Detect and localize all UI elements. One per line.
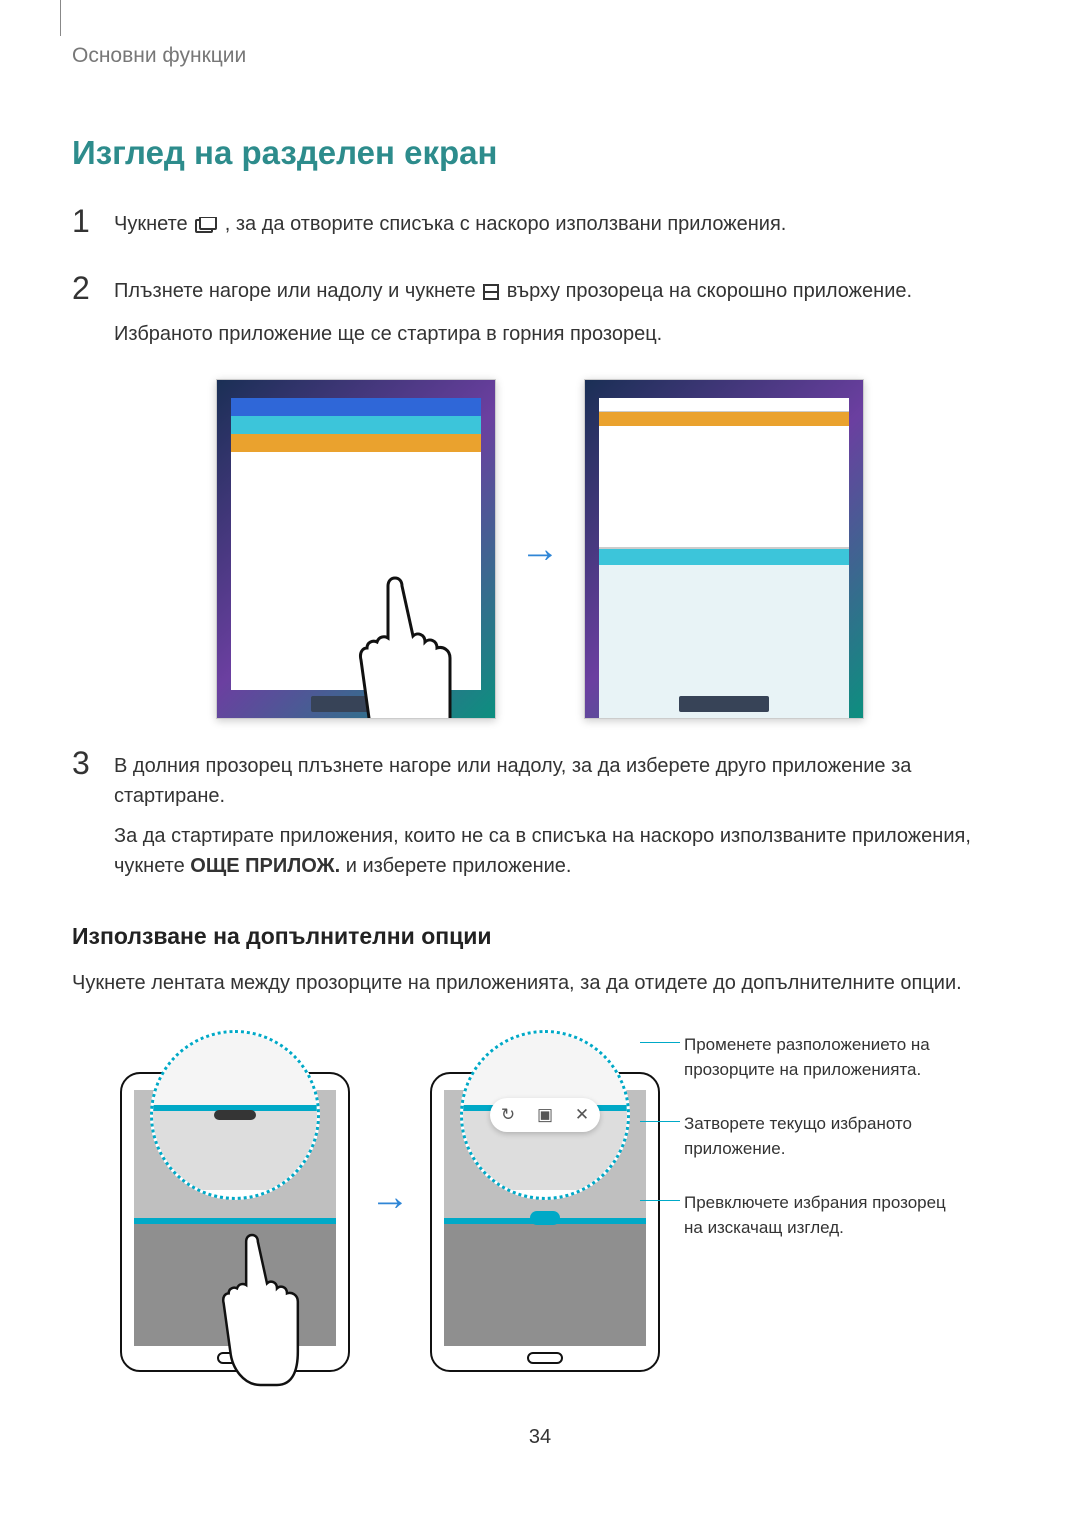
close-icon[interactable]: ✕: [575, 1102, 589, 1128]
step-body: Чукнете , за да отворите списъка с наско…: [114, 205, 1008, 252]
hand-pointer-icon: [202, 1220, 302, 1400]
step2-line2: Избраното приложение ще се стартира в го…: [114, 319, 1008, 349]
screenshot-after: [584, 379, 864, 719]
step-number: 2: [72, 272, 100, 304]
callout-popup: Превключете избрания прозорец на изскача…: [680, 1190, 960, 1241]
step1-text-before: Чукнете: [114, 213, 193, 235]
subsection-body: Чукнете лентата между прозорците на прил…: [72, 968, 1008, 998]
step3-bold: ОЩЕ ПРИЛОЖ.: [190, 855, 340, 877]
screenshot-before: [216, 379, 496, 719]
page-title: Изглед на разделен екран: [72, 128, 1008, 178]
tablet-outline-left: [120, 1072, 350, 1372]
step-number: 3: [72, 747, 100, 779]
step-body: В долния прозорец плъзнете нагоре или на…: [114, 747, 1008, 891]
step2-text-after: върху прозореца на скорошно приложение.: [507, 280, 912, 302]
swap-windows-icon[interactable]: ↻: [501, 1102, 515, 1128]
callout-text: Превключете избрания прозорец на изскача…: [684, 1193, 946, 1238]
margin-rule: [60, 0, 61, 36]
step2-text-before: Плъзнете нагоре или надолу и чукнете: [114, 280, 481, 302]
step3-text-after: и изберете приложение.: [346, 855, 572, 877]
callout-text: Затворете текущо избраното приложение.: [684, 1114, 912, 1159]
figure-row-2: → ↻ ▣ ✕: [72, 1022, 1008, 1372]
subsection-heading: Използване на допълнителни опции: [72, 919, 1008, 954]
page: Основни функции Изглед на разделен екран…: [0, 0, 1080, 1492]
callout-swap: Променете разположението на прозорците н…: [680, 1032, 960, 1083]
tablet-outline-right: ↻ ▣ ✕: [430, 1072, 660, 1372]
step-1: 1 Чукнете , за да отворите списъка с нас…: [72, 205, 1008, 252]
callouts: Променете разположението на прозорците н…: [680, 1032, 960, 1241]
arrow-right-icon: →: [370, 1167, 410, 1227]
step3-line1: В долния прозорец плъзнете нагоре или на…: [114, 751, 1008, 811]
breadcrumb: Основни функции: [72, 40, 1008, 72]
magnifier-left: [150, 1030, 320, 1200]
figure-row-1: →: [72, 379, 1008, 719]
arrow-right-icon: →: [520, 519, 560, 579]
recent-apps-icon: [195, 212, 217, 242]
callout-close: Затворете текущо избраното приложение.: [680, 1111, 960, 1162]
step1-text-after: , за да отворите списъка с наскоро изпол…: [225, 213, 787, 235]
step-3: 3 В долния прозорец плъзнете нагоре или …: [72, 747, 1008, 891]
step-number: 1: [72, 205, 100, 237]
split-toolbar: ↻ ▣ ✕: [490, 1098, 600, 1132]
popup-view-icon[interactable]: ▣: [537, 1102, 553, 1128]
step-body: Плъзнете нагоре или надолу и чукнете вър…: [114, 272, 1008, 359]
magnifier-right: ↻ ▣ ✕: [460, 1030, 630, 1200]
step-2: 2 Плъзнете нагоре или надолу и чукнете в…: [72, 272, 1008, 359]
split-window-icon: [483, 279, 499, 309]
page-number: 34: [72, 1422, 1008, 1452]
callout-text: Променете разположението на прозорците н…: [684, 1035, 930, 1080]
